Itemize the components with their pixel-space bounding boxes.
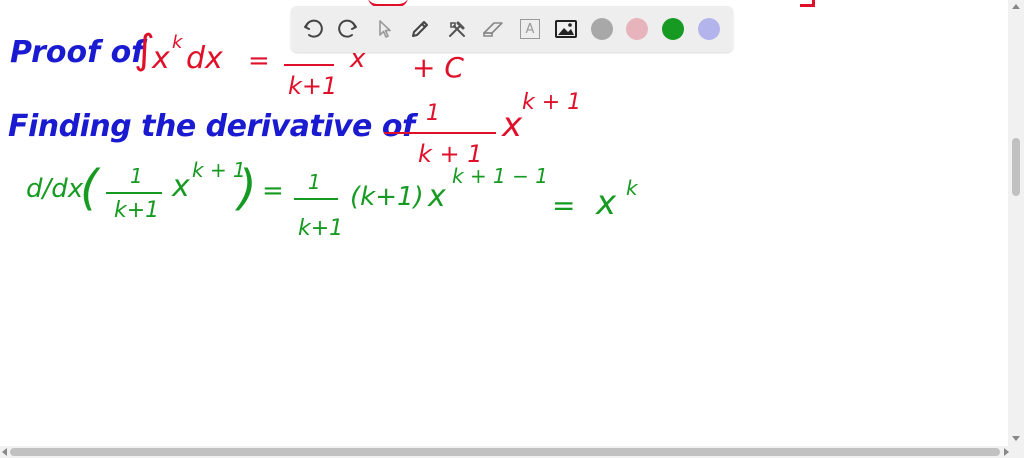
text-icon: A (520, 19, 540, 39)
line2-exp: k + 1 (522, 90, 582, 115)
line3-rhs-frac-den: k+1 (298, 216, 344, 241)
select-tool-button[interactable] (373, 17, 397, 41)
horizontal-scroll-thumb[interactable] (10, 448, 1000, 456)
redo-button[interactable] (336, 17, 360, 41)
line3-fraction-bar (106, 192, 162, 194)
line3-open-paren: ( (80, 160, 99, 216)
line3-rhs-base: x (428, 179, 446, 214)
color-swatch-gray[interactable] (591, 18, 613, 40)
line1-dx: dx (186, 41, 223, 76)
color-swatch-pink[interactable] (626, 18, 648, 40)
line1-equals: = (248, 46, 270, 76)
line3-rhs-exp: k + 1 − 1 (452, 164, 548, 188)
line1-integrand: x (152, 41, 170, 76)
text-tool-button[interactable]: A (518, 17, 542, 41)
line3-frac-den: k+1 (114, 198, 160, 223)
line1-prefix: Proof of (10, 35, 145, 70)
line2-text: Finding the derivative of (8, 109, 415, 144)
line2-frac-num: 1 (426, 101, 440, 126)
eraser-tool-button[interactable] (481, 17, 505, 41)
line3-rhs-fraction-bar (294, 198, 338, 200)
line3-equals2: = (552, 189, 576, 222)
redo-icon (338, 19, 357, 38)
eraser-icon (483, 22, 503, 37)
pen-icon (412, 21, 428, 37)
line3-factor: (k+1) (350, 182, 424, 212)
line3-frac-num: 1 (130, 164, 143, 188)
drawing-toolbar: A (291, 6, 733, 52)
line1-plus-c: + C (412, 51, 464, 84)
line2-frac-den: k + 1 (418, 140, 483, 168)
scroll-right-arrow-icon[interactable] (1004, 448, 1009, 456)
line2-fraction-bar (384, 132, 496, 134)
undo-button[interactable] (301, 17, 325, 41)
color-swatch-green[interactable] (662, 18, 684, 40)
image-icon (555, 20, 577, 38)
line3-rhs-frac-num: 1 (308, 170, 321, 194)
line3-close-paren: ) (238, 160, 257, 216)
line3-result-base: x (596, 183, 617, 223)
scroll-left-arrow-icon[interactable] (2, 448, 7, 456)
line1-frac-den: k+1 (288, 72, 338, 100)
line1-fraction-bar (284, 64, 334, 66)
line3-equals: = (262, 176, 284, 206)
image-tool-button[interactable] (554, 17, 578, 41)
undo-icon (304, 19, 323, 38)
line3-base: x (172, 169, 190, 204)
line1-integrand-exp: k (172, 32, 183, 53)
pen-tool-button[interactable] (408, 17, 432, 41)
line3-result-exp: k (626, 176, 638, 200)
line3-operator: d/dx (26, 174, 84, 204)
drawing-canvas[interactable]: Proof of ∫ x k dx = k+1 x + C Finding th… (0, 0, 1008, 446)
color-swatch-lavender[interactable] (698, 18, 720, 40)
horizontal-scrollbar[interactable] (0, 446, 1024, 458)
scroll-down-arrow-icon[interactable] (1012, 436, 1020, 441)
tools-button[interactable] (445, 17, 469, 41)
select-icon (379, 20, 391, 38)
tools-icon (449, 21, 465, 37)
line2-base: x (502, 105, 523, 145)
scroll-up-arrow-icon[interactable] (1012, 4, 1020, 9)
vertical-scroll-thumb[interactable] (1012, 138, 1020, 196)
top-red-mark-right (800, 0, 815, 7)
vertical-scrollbar[interactable] (1008, 0, 1024, 446)
